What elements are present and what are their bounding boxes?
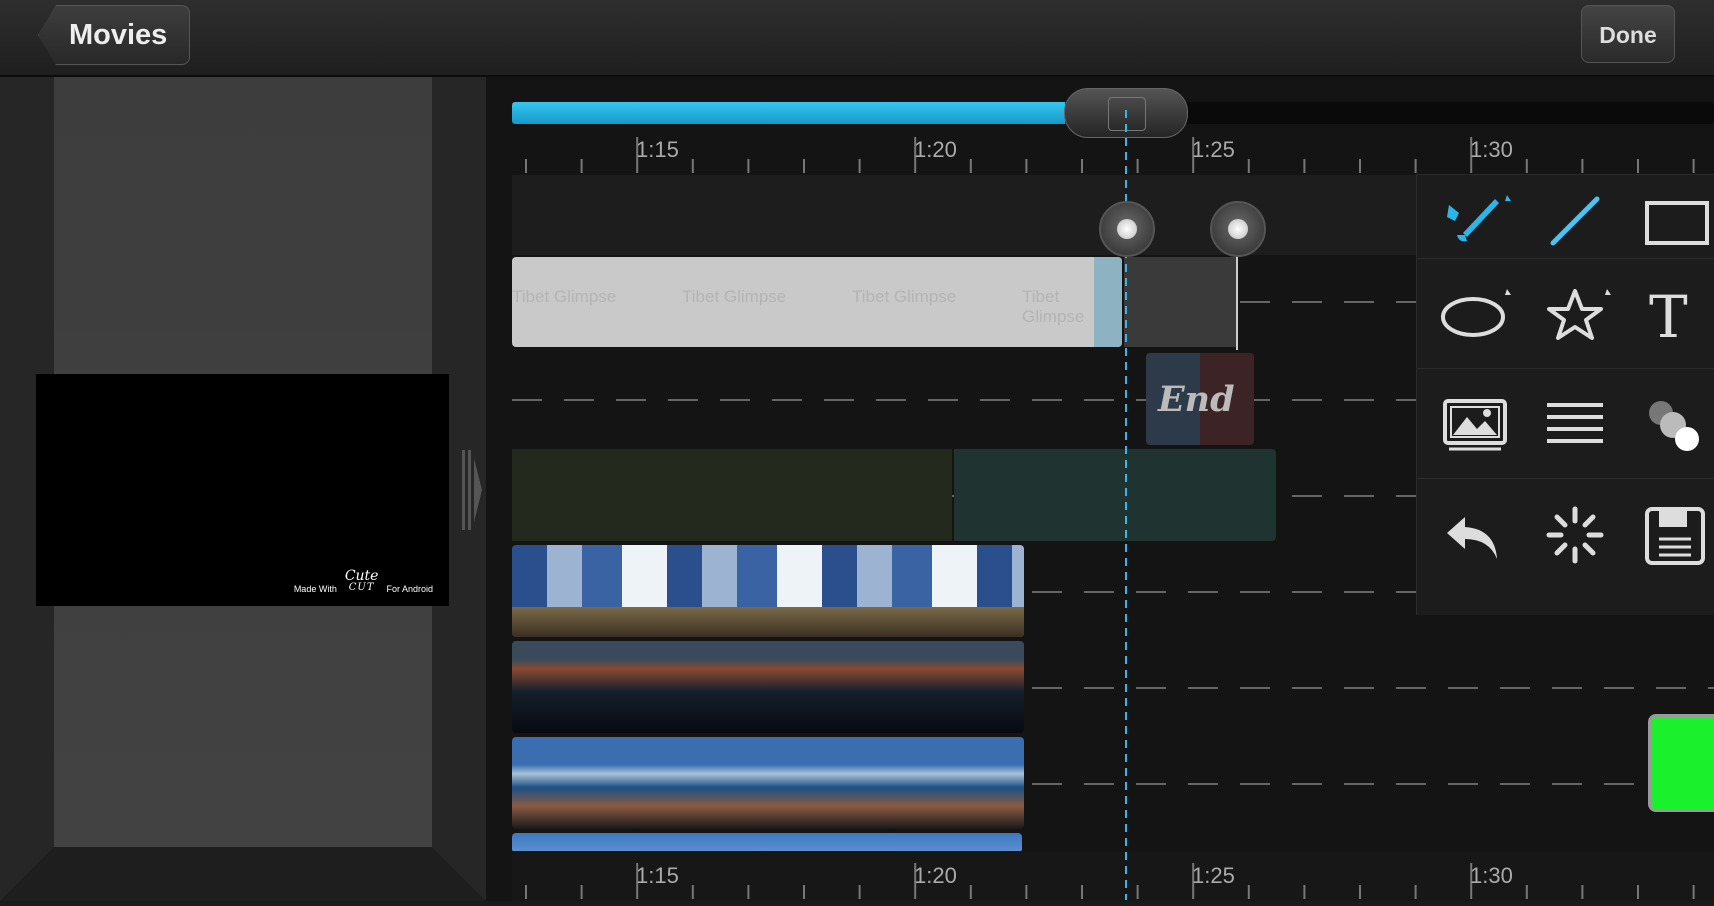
- bubbles-icon[interactable]: [1635, 385, 1714, 465]
- text-clip[interactable]: Tibet Glimpse Tibet Glimpse Tibet Glimps…: [512, 257, 1122, 347]
- ruler-label: 1:25: [1192, 863, 1235, 888]
- brush-icon[interactable]: [1435, 183, 1515, 263]
- ruler-top-ticks: [525, 137, 1695, 173]
- text-clip-label: Tibet Glimpse: [682, 287, 787, 306]
- watermark: Made With Cute CUT For Android: [293, 569, 433, 594]
- ellipse-icon[interactable]: [1435, 275, 1515, 355]
- panel-drag-handle-icon[interactable]: [460, 450, 484, 530]
- watermark-brand-caps: CUT: [348, 582, 375, 593]
- sparkle-icon[interactable]: [1535, 495, 1615, 575]
- ruler-label: 1:20: [914, 137, 957, 162]
- text-clip-label: Tibet Glimpse: [512, 287, 617, 306]
- image-icon[interactable]: [1435, 385, 1515, 465]
- text-clip-extension[interactable]: [1124, 257, 1236, 347]
- audio-clip[interactable]: [512, 449, 952, 541]
- audio-clip[interactable]: [954, 449, 1276, 541]
- ruler-bottom: 1:15 1:20 1:25 1:30: [512, 851, 1714, 901]
- line-icon[interactable]: [1535, 183, 1615, 263]
- video-clip-lake[interactable]: [512, 737, 1024, 829]
- ruler-label: 1:15: [636, 137, 679, 162]
- back-button[interactable]: Movies: [38, 5, 191, 65]
- ruler-bottom-ticks: [525, 863, 1695, 899]
- video-track-4: [512, 833, 1714, 853]
- end-clip[interactable]: End: [1146, 353, 1254, 445]
- video-clip-partial[interactable]: [512, 833, 1022, 853]
- lines-icon[interactable]: [1535, 385, 1615, 465]
- watermark-platform: For Android: [386, 584, 433, 594]
- undo-icon[interactable]: [1435, 495, 1515, 575]
- color-swatch-button[interactable]: [1648, 714, 1714, 812]
- end-clip-label: End: [1158, 379, 1235, 420]
- ruler-top: 1:15 1:20 1:25 1:30: [512, 127, 1714, 175]
- svg-text:T: T: [1649, 283, 1688, 351]
- rectangle-icon[interactable]: [1635, 183, 1714, 263]
- top-bar: Movies Done: [0, 0, 1714, 77]
- ruler-label: 1:30: [1470, 137, 1513, 162]
- video-preview[interactable]: Made With Cute CUT For Android: [36, 374, 449, 606]
- ruler-label: 1:30: [1470, 863, 1513, 888]
- ruler-label: 1:25: [1192, 137, 1235, 162]
- ruler-label: 1:15: [636, 863, 679, 888]
- progress-fill: [512, 102, 1065, 124]
- save-icon[interactable]: [1635, 495, 1714, 575]
- ruler-label: 1:20: [914, 863, 957, 888]
- text-clip-label: Tibet Glimpse: [852, 287, 957, 306]
- keyframe-end[interactable]: [1210, 201, 1266, 257]
- video-track-2: [512, 641, 1714, 733]
- star-icon[interactable]: [1535, 275, 1615, 355]
- video-clip-sky[interactable]: [512, 545, 1024, 637]
- keyframe-start[interactable]: [1099, 201, 1155, 257]
- video-clip-mountains[interactable]: [512, 641, 1024, 733]
- watermark-made-with: Made With: [293, 584, 337, 594]
- text-icon[interactable]: T: [1635, 275, 1714, 355]
- done-button[interactable]: Done: [1581, 5, 1675, 63]
- drawing-tool-panel: T: [1416, 174, 1714, 615]
- video-track-3: [512, 737, 1714, 829]
